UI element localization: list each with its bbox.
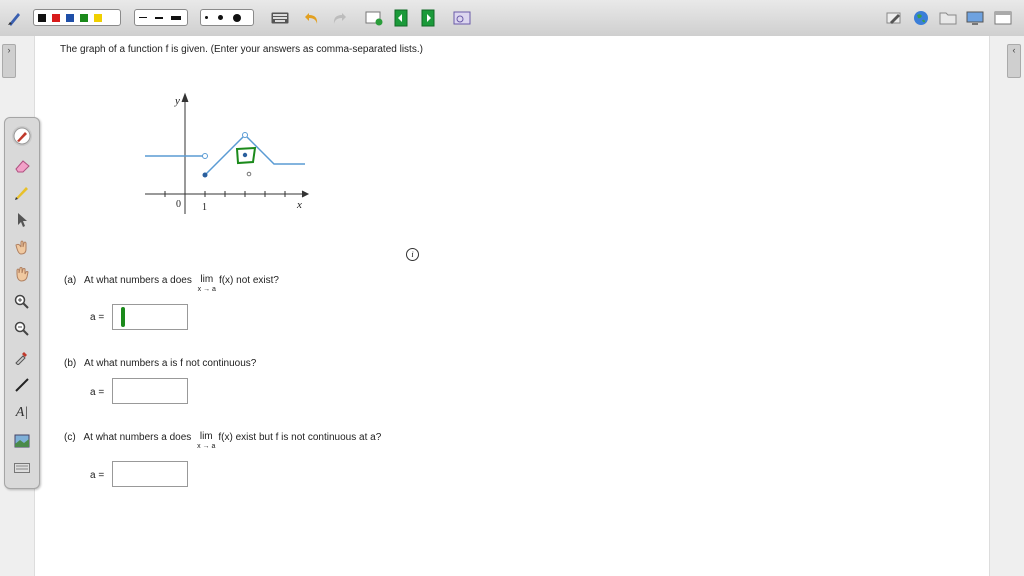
top-toolbar xyxy=(0,0,1024,37)
green-ink-mark xyxy=(121,307,125,327)
eraser-icon[interactable] xyxy=(12,156,32,176)
question-intro: The graph of a function f is given. (Ent… xyxy=(60,44,423,55)
display-icon[interactable] xyxy=(965,8,985,28)
text-tool-icon[interactable]: A| xyxy=(12,403,32,423)
part-c-text: At what numbers a does xyxy=(83,432,192,443)
screenshot-icon[interactable] xyxy=(12,431,32,451)
screen-capture-icon[interactable] xyxy=(452,8,472,28)
folder-icon[interactable] xyxy=(938,8,958,28)
part-a-eq: a = xyxy=(90,312,105,323)
hand-grab-icon[interactable] xyxy=(12,264,32,284)
y-axis-arrow xyxy=(181,92,189,103)
x-axis-label: x xyxy=(296,199,302,211)
limit-expression: lim x → a xyxy=(197,431,216,451)
tool-palette: A| xyxy=(4,117,40,489)
part-c-text-after: f(x) exist but f is not continuous at a? xyxy=(218,432,382,443)
next-page-icon[interactable] xyxy=(418,8,438,28)
info-icon[interactable]: i xyxy=(406,248,419,261)
line-width-picker xyxy=(134,9,188,26)
globe-icon[interactable] xyxy=(911,8,931,28)
point-size-picker xyxy=(200,9,254,26)
right-margin xyxy=(990,36,1024,576)
part-a-question: (a) At what numbers a does lim x → af(x) … xyxy=(64,275,279,294)
part-a-label: (a) xyxy=(64,275,77,286)
x-axis-arrow xyxy=(301,190,310,198)
keyboard-icon[interactable] xyxy=(270,8,290,28)
zoom-in-icon[interactable] xyxy=(12,292,32,312)
pen-icon[interactable] xyxy=(12,126,32,146)
hand-pan-icon[interactable] xyxy=(12,237,32,257)
right-collapse-tab[interactable]: ‹ xyxy=(1007,44,1021,78)
medium-line-option[interactable] xyxy=(155,16,163,19)
color-black-swatch[interactable] xyxy=(38,13,46,22)
medium-point-option[interactable] xyxy=(218,15,223,20)
undo-icon[interactable] xyxy=(303,8,321,28)
color-green-swatch[interactable] xyxy=(80,13,88,22)
color-blue-swatch[interactable] xyxy=(66,13,74,22)
color-red-swatch[interactable] xyxy=(52,13,60,22)
limit-expression: lim x → a xyxy=(197,274,216,294)
edit-icon[interactable] xyxy=(884,8,904,28)
zoom-out-icon[interactable] xyxy=(12,319,32,339)
open-point-a xyxy=(202,153,208,159)
part-a-text-after: f(x) not exist? xyxy=(218,275,279,286)
part-a-answer-input[interactable] xyxy=(112,304,188,330)
thick-line-option[interactable] xyxy=(171,15,181,20)
open-point-b xyxy=(242,132,248,138)
color-picker xyxy=(33,9,121,26)
color-yellow-swatch[interactable] xyxy=(94,13,102,22)
left-collapse-tab[interactable]: › xyxy=(2,44,16,78)
thin-line-option[interactable] xyxy=(139,17,147,18)
part-b-text: At what numbers a is f not continuous? xyxy=(84,358,257,369)
keyboard-icon[interactable] xyxy=(12,458,32,478)
closed-point-a xyxy=(202,172,208,178)
tick-label-1: 1 xyxy=(202,202,207,213)
add-page-icon[interactable] xyxy=(364,8,384,28)
function-graph: y x 0 1 xyxy=(145,92,310,214)
small-point-option[interactable] xyxy=(205,16,208,19)
redo-icon[interactable] xyxy=(330,8,348,28)
highlighter-icon[interactable] xyxy=(12,182,32,202)
part-b-label: (b) xyxy=(64,358,77,369)
origin-label: 0 xyxy=(176,199,181,210)
pointer-icon[interactable] xyxy=(12,210,32,230)
part-c-label: (c) xyxy=(64,432,76,443)
part-a-text: At what numbers a does xyxy=(84,275,192,286)
part-b-eq: a = xyxy=(90,387,105,398)
part-b-question: (b) At what numbers a is f not continuou… xyxy=(64,358,256,369)
pen-menu-icon[interactable] xyxy=(6,8,24,28)
insert-page-icon[interactable] xyxy=(391,8,411,28)
line-icon[interactable] xyxy=(12,375,32,395)
eyedropper-icon[interactable] xyxy=(12,347,32,367)
function-curve xyxy=(145,133,305,176)
part-b-answer-input[interactable] xyxy=(112,378,188,404)
stray-point xyxy=(246,171,252,177)
large-point-option[interactable] xyxy=(233,13,241,22)
part-c-eq: a = xyxy=(90,470,105,481)
part-c-question: (c) At what numbers a does lim x → af(x) … xyxy=(64,432,381,451)
window-icon[interactable] xyxy=(993,8,1013,28)
y-axis-label: y xyxy=(174,95,180,107)
closed-point-b xyxy=(242,152,248,158)
part-c-answer-input[interactable] xyxy=(112,461,188,487)
